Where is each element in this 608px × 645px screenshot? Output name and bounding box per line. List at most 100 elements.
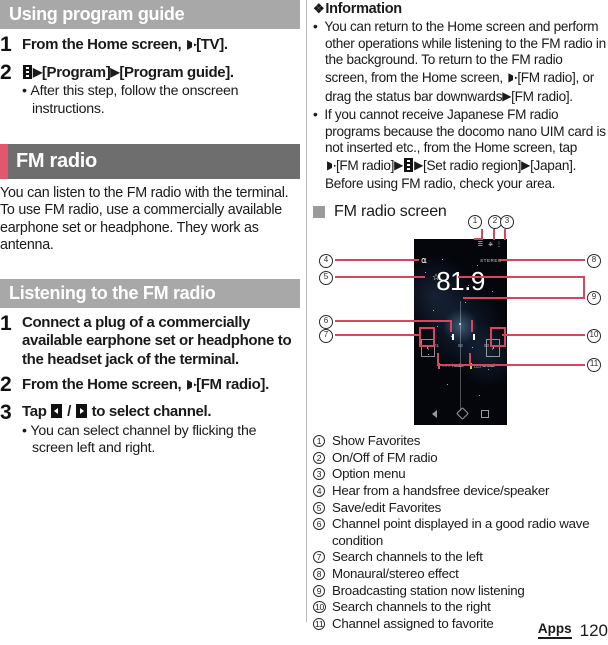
legend-number: 7 bbox=[313, 549, 332, 565]
leader-line bbox=[471, 319, 473, 332]
chapter-accent-tab bbox=[0, 144, 8, 179]
step-guide-2: 2 ▶[Program]▶[Program guide]. After this… bbox=[0, 62, 300, 118]
legend-item: 2 On/Off of FM radio bbox=[313, 450, 608, 466]
step-title: Connect a plug of a commercially availab… bbox=[22, 313, 292, 368]
callout-1: 1 bbox=[468, 214, 482, 229]
step-title-text-post: [TV]. bbox=[196, 36, 228, 53]
leader-line bbox=[502, 333, 585, 336]
legend-number-badge: 7 bbox=[313, 551, 325, 564]
step-title-text-pre: From the Home screen, bbox=[22, 376, 186, 394]
step-listen-2: 2 From the Home screen, ▶[FM radio]. bbox=[0, 375, 300, 397]
step-body: Tap / to select channel. You can select … bbox=[22, 403, 300, 457]
leader-line bbox=[437, 352, 439, 365]
callout-8: 8 bbox=[587, 253, 601, 268]
tuner-center-line bbox=[460, 300, 461, 411]
show-favorites-icon[interactable]: ☰ bbox=[478, 242, 483, 249]
leader-line bbox=[437, 363, 585, 366]
leader-line bbox=[335, 333, 419, 336]
leader-line bbox=[504, 228, 506, 240]
arrow-icon: ▶ bbox=[502, 89, 512, 104]
information-bullet-2: If you cannot receive Japanese FM radio … bbox=[313, 107, 608, 193]
step-title-text-pre: Tap bbox=[22, 403, 51, 420]
info-text: [FM radio] bbox=[335, 157, 395, 173]
chapter-heading-fm-radio: FM radio bbox=[0, 144, 300, 179]
legend-number: 8 bbox=[313, 566, 332, 582]
legend-number: 6 bbox=[313, 516, 332, 548]
legend-item: 9 Broadcasting station now listening bbox=[313, 583, 608, 599]
information-title-label: Information bbox=[325, 1, 402, 17]
scale-tick-label: 82 bbox=[458, 342, 464, 348]
current-frequency: 81.9 bbox=[436, 265, 485, 296]
legend-text: Broadcasting station now listening bbox=[332, 582, 525, 598]
recents-nav-icon[interactable] bbox=[481, 409, 489, 418]
legend-text: Monaural/stereo effect bbox=[332, 566, 459, 582]
channel-point-marker bbox=[452, 333, 454, 340]
leader-line bbox=[493, 228, 495, 240]
option-menu-icon[interactable]: ⋮ bbox=[496, 242, 502, 249]
step-number: 1 bbox=[0, 311, 12, 335]
step-bullet: You can select channel by flicking the s… bbox=[22, 423, 300, 458]
highlight-search-left bbox=[419, 326, 435, 347]
leader-line bbox=[335, 258, 419, 261]
leader-line bbox=[335, 275, 425, 278]
highlight-search-right bbox=[490, 326, 506, 347]
legend-item: 6 Channel point displayed in a good radi… bbox=[313, 516, 608, 548]
next-channel-icon bbox=[75, 404, 87, 418]
chapter-heading-label: FM radio bbox=[16, 150, 97, 172]
legend-number-badge: 4 bbox=[313, 485, 325, 498]
legend-number: 9 bbox=[313, 583, 332, 599]
step-title: Tap / to select channel. bbox=[22, 403, 300, 422]
leader-line bbox=[450, 319, 452, 332]
callout-7: 7 bbox=[319, 328, 333, 343]
callout-10: 10 bbox=[587, 328, 601, 343]
power-toggle-icon[interactable]: ⎈ bbox=[488, 242, 493, 249]
legend-item: 10 Search channels to the right bbox=[313, 599, 608, 615]
callout-11: 11 bbox=[587, 357, 601, 372]
legend-number: 5 bbox=[313, 500, 332, 516]
step-title: ▶[Program]▶[Program guide]. bbox=[22, 63, 300, 83]
legend-text: Save/edit Favorites bbox=[332, 499, 442, 515]
step-body: From the Home screen, ▶[FM radio]. bbox=[22, 375, 300, 397]
square-bullet-icon bbox=[313, 205, 325, 218]
legend-item: 3 Option menu bbox=[313, 466, 608, 482]
legend-item: 1 Show Favorites bbox=[313, 433, 608, 449]
legend-text: On/Off of FM radio bbox=[332, 449, 438, 465]
page-number: 120 bbox=[579, 621, 608, 640]
legend-number: 3 bbox=[313, 466, 332, 482]
legend-text: Hear from a handsfree device/speaker bbox=[332, 483, 550, 499]
legend-text: Search channels to the left bbox=[332, 549, 483, 565]
information-title: ❖Information bbox=[313, 0, 608, 18]
info-text: [Set radio region] bbox=[423, 157, 522, 173]
step-title-text-tail: [Program guide]. bbox=[119, 63, 234, 81]
legend-number-badge: 6 bbox=[313, 518, 325, 531]
info-text: [FM radio]. bbox=[511, 89, 573, 105]
step-title-text-post: to select channel. bbox=[87, 403, 212, 420]
legend-number-badge: 9 bbox=[313, 584, 325, 597]
step-title-text-post: [FM radio]. bbox=[196, 376, 269, 394]
home-nav-icon[interactable] bbox=[456, 407, 469, 420]
manual-page: Using program guide 1 From the Home scre… bbox=[0, 0, 608, 645]
leader-line bbox=[463, 296, 585, 299]
leader-line bbox=[335, 319, 452, 322]
android-navigation-bar bbox=[414, 407, 507, 420]
legend-number: 1 bbox=[313, 433, 332, 449]
section-heading-program-guide: Using program guide bbox=[0, 0, 300, 29]
diamond-bullet-icon: ❖ bbox=[313, 1, 325, 16]
left-column: Using program guide 1 From the Home scre… bbox=[0, 0, 300, 625]
step-title: From the Home screen, ▶[TV]. bbox=[22, 35, 300, 57]
leader-line bbox=[469, 352, 471, 365]
legend-item: 4 Hear from a handsfree device/speaker bbox=[313, 483, 608, 499]
legend-number-badge: 3 bbox=[313, 468, 325, 481]
step-number: 2 bbox=[0, 373, 12, 397]
legend-number-badge: 5 bbox=[313, 501, 325, 514]
phone-status-bar: ☰ ⎈ ⋮ bbox=[414, 241, 507, 250]
subheading-label: FM radio screen bbox=[334, 202, 447, 220]
step-guide-1: 1 From the Home screen, ▶[TV]. bbox=[0, 34, 300, 57]
legend-number-badge: 10 bbox=[313, 601, 326, 614]
arrow-icon: ▶ bbox=[521, 157, 531, 172]
legend-number: 4 bbox=[313, 483, 332, 499]
right-column: ❖Information You can return to the Home … bbox=[313, 0, 608, 631]
back-nav-icon[interactable] bbox=[432, 409, 437, 418]
legend-number-badge: 2 bbox=[313, 451, 325, 464]
headphone-output-icon[interactable]: ⍺ bbox=[421, 255, 427, 265]
